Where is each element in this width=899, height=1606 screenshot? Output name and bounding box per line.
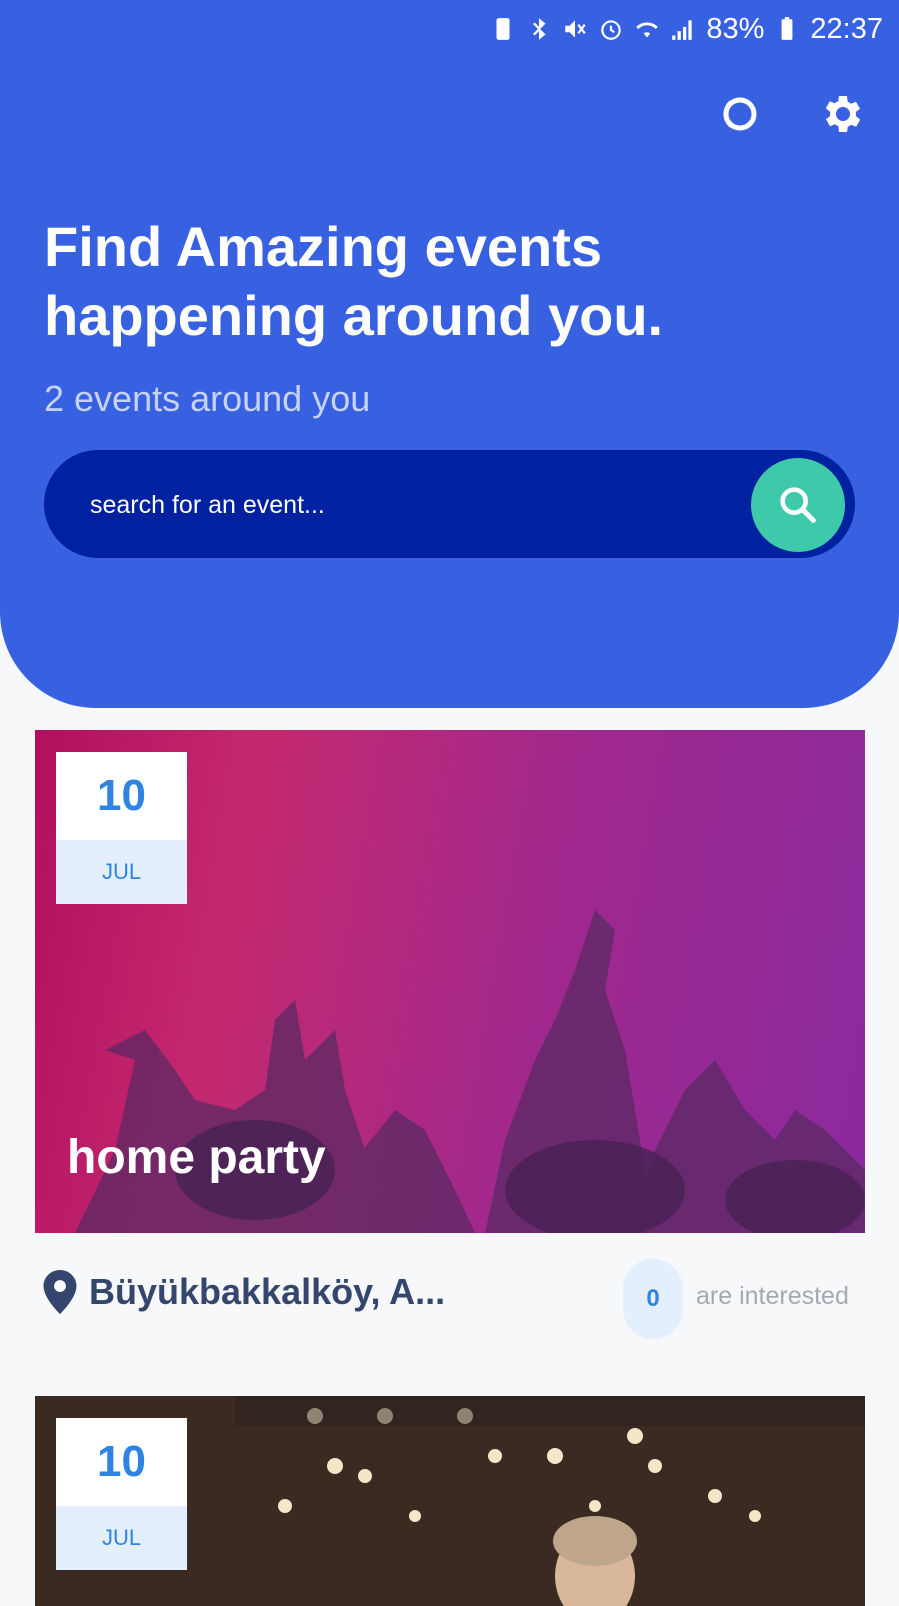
status-bar: 83% 22:37 [490, 0, 883, 58]
battery-percent: 83% [706, 12, 765, 45]
page-headline: Find Amazing events happening around you… [44, 215, 664, 347]
event-date-badge: 10 JUL [56, 1418, 187, 1570]
events-count-subtitle: 2 events around you [44, 378, 371, 419]
search-icon [780, 487, 816, 523]
event-title[interactable]: home party [67, 1130, 326, 1185]
loading-ring-icon[interactable] [709, 86, 765, 142]
bluetooth-icon [526, 16, 552, 42]
battery-icon [774, 16, 800, 42]
signal-icon [670, 16, 696, 42]
mute-icon [562, 16, 588, 42]
header: 83% 22:37 Find Amazing events happening … [0, 0, 899, 708]
interested-label: are interested [696, 1282, 849, 1310]
alarm-icon [598, 16, 624, 42]
battery-saver-icon [490, 16, 516, 42]
location-pin-icon [43, 1270, 77, 1314]
event-date-day: 10 [97, 771, 146, 820]
event-card-footer: Büyükbakkalköy, A... 0 are interested [35, 1250, 865, 1340]
event-location-text: Büyükbakkalköy, A... [89, 1271, 446, 1312]
search-button[interactable] [751, 458, 845, 552]
interested-count-badge[interactable]: 0 [623, 1259, 683, 1339]
event-date-day: 10 [97, 1437, 146, 1486]
event-card-image[interactable]: 10 JUL home party [35, 730, 865, 1233]
event-date-month: JUL [56, 1506, 187, 1570]
event-date-month: JUL [56, 840, 187, 904]
event-card-image[interactable]: 10 JUL [35, 1396, 865, 1606]
gear-icon[interactable] [813, 86, 869, 142]
event-location[interactable]: Büyükbakkalköy, A... [43, 1270, 445, 1314]
clock-time: 22:37 [810, 12, 883, 45]
search-bar [44, 450, 855, 558]
wifi-icon [634, 16, 660, 42]
event-date-badge: 10 JUL [56, 752, 187, 904]
search-input[interactable] [88, 478, 712, 532]
